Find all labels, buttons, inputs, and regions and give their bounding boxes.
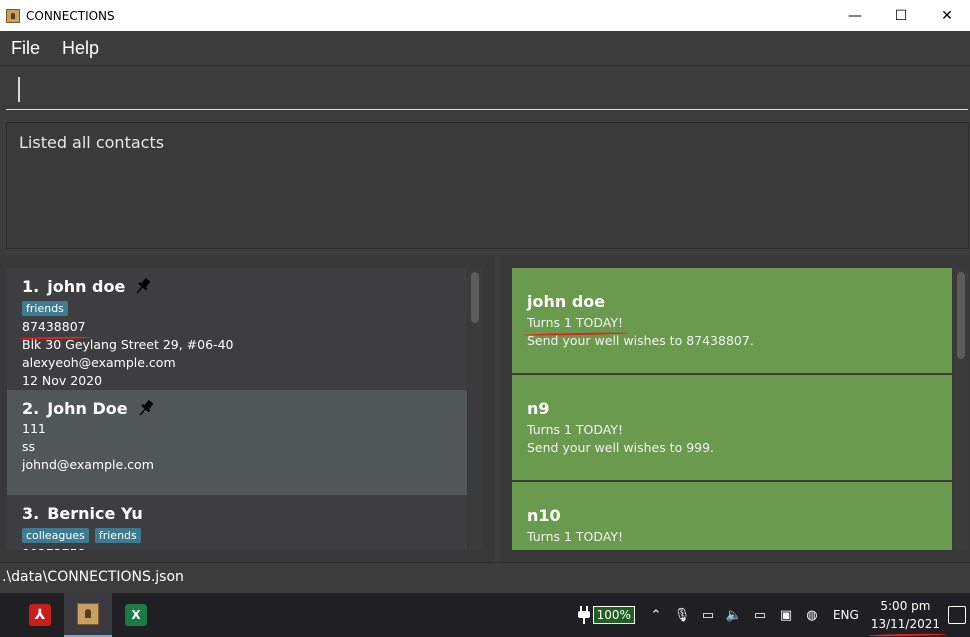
tag-list: colleagues friends xyxy=(22,525,452,545)
chevron-up-icon[interactable]: ⌃ xyxy=(647,606,665,624)
contact-card[interactable]: 3. Bernice Yu colleagues friends 9927275… xyxy=(7,495,467,550)
os-taskbar: ⅄ X 100% ⌃ 🎙 ▭ 🔈 ▭ ▣ ◍ ENG 5:00 pm 13/11… xyxy=(0,593,970,637)
pin-icon xyxy=(137,277,151,294)
contact-email: johnd@example.com xyxy=(22,457,154,472)
status-bar: .\data\CONNECTIONS.json xyxy=(0,562,970,593)
menu-help[interactable]: Help xyxy=(51,38,110,59)
birthday-card[interactable]: n9 Turns 1 TODAY! Send your well wishes … xyxy=(512,375,952,482)
contact-address: ss xyxy=(22,439,36,454)
contact-index: 1. xyxy=(22,276,40,296)
close-button[interactable]: ✕ xyxy=(924,0,970,31)
menu-bar: File Help xyxy=(0,31,970,66)
taskbar-acrobat[interactable]: ⅄ xyxy=(16,593,64,637)
menu-file[interactable]: File xyxy=(0,38,51,59)
birthday-name: n10 xyxy=(527,506,561,525)
result-text: Listed all contacts xyxy=(19,133,165,152)
notification-icon[interactable] xyxy=(948,606,966,624)
contact-list-scroll-thumb[interactable] xyxy=(471,272,479,323)
clock-date: 13/11/2021 xyxy=(870,617,940,631)
contact-address: Blk 30 Geylang Street 29, #06-40 xyxy=(22,337,234,352)
contact-phone: 111 xyxy=(22,421,46,436)
tag-list: friends xyxy=(22,298,452,318)
birthday-name: n9 xyxy=(527,399,550,418)
result-display: Listed all contacts xyxy=(6,122,969,249)
pin-icon xyxy=(139,399,154,416)
contact-phone: 99272758 xyxy=(22,545,452,550)
birthday-turns: Turns 1 TODAY! xyxy=(527,315,624,330)
tag-colleagues: colleagues xyxy=(22,527,89,543)
contact-index: 2. xyxy=(22,398,40,418)
window-controls: — ☐ ✕ xyxy=(832,0,970,31)
taskbar-connections[interactable] xyxy=(64,593,112,637)
app-window: CONNECTIONS — ☐ ✕ File Help Listed all c… xyxy=(0,0,970,637)
network-icon[interactable]: ▭ xyxy=(751,606,769,624)
language-indicator[interactable]: ENG xyxy=(833,608,859,622)
birthday-card[interactable]: n10 Turns 1 TODAY! xyxy=(512,482,952,550)
tag-friends: friends xyxy=(22,300,68,316)
app-icon xyxy=(6,8,20,23)
contact-list[interactable]: 1. john doe friends 87438807 Blk 30 Geyl… xyxy=(7,268,467,550)
contact-name: john doe xyxy=(47,276,126,296)
system-tray: 100% ⌃ 🎙 ▭ 🔈 ▭ ▣ ◍ ENG 5:00 pm 13/11/202… xyxy=(577,593,970,637)
birthday-turns: Turns 1 TODAY! xyxy=(527,422,624,437)
command-area xyxy=(0,66,970,116)
battery-icon[interactable]: ▭ xyxy=(699,606,717,624)
power-plug-icon xyxy=(577,606,590,624)
save-location: .\data\CONNECTIONS.json xyxy=(2,569,184,585)
title-bar: CONNECTIONS — ☐ ✕ xyxy=(0,0,970,31)
excel-icon: X xyxy=(125,604,147,626)
maximize-button[interactable]: ☐ xyxy=(878,0,924,31)
connections-icon xyxy=(77,603,99,625)
birthday-name: john doe xyxy=(527,292,606,311)
contact-name: Bernice Yu xyxy=(47,503,143,523)
command-input[interactable] xyxy=(6,74,968,110)
birthday-wish: Send your well wishes to 999. xyxy=(527,440,715,455)
volume-icon[interactable]: 🔈 xyxy=(725,606,743,624)
minimize-button[interactable]: — xyxy=(832,0,878,31)
contact-card[interactable]: 1. john doe friends 87438807 Blk 30 Geyl… xyxy=(7,268,467,390)
contact-phone: 87438807 xyxy=(22,319,86,334)
contact-name: John Doe xyxy=(47,398,128,418)
birthday-list-scroll-thumb[interactable] xyxy=(957,272,965,359)
tag-friends: friends xyxy=(94,527,141,543)
contact-card-selected[interactable]: 2. John Doe 111 ss johnd@example.com xyxy=(7,390,467,495)
contact-index: 3. xyxy=(22,503,40,523)
birthday-reminder-list[interactable]: john doe Turns 1 TODAY! Send your well w… xyxy=(512,268,952,550)
battery-indicator[interactable]: 100% xyxy=(592,606,635,624)
clock[interactable]: 5:00 pm 13/11/2021 xyxy=(871,597,940,633)
birthday-card[interactable]: john doe Turns 1 TODAY! Send your well w… xyxy=(512,268,952,375)
window-title: CONNECTIONS xyxy=(26,8,115,23)
birthday-turns: Turns 1 TODAY! xyxy=(527,529,624,544)
taskbar-excel[interactable]: X xyxy=(112,593,160,637)
security-icon[interactable]: ◍ xyxy=(803,606,821,624)
acrobat-icon: ⅄ xyxy=(29,604,51,626)
microphone-icon[interactable]: 🎙 xyxy=(673,606,691,624)
contact-email: alexyeoh@example.com xyxy=(22,355,176,370)
birthday-reminder-panel: john doe Turns 1 TODAY! Send your well w… xyxy=(500,256,970,562)
clock-time: 5:00 pm xyxy=(880,599,931,613)
text-caret xyxy=(18,77,20,102)
contact-list-panel: 1. john doe friends 87438807 Blk 30 Geyl… xyxy=(0,256,494,562)
display-icon[interactable]: ▣ xyxy=(777,606,795,624)
contact-birthday: 12 Nov 2020 xyxy=(22,373,103,388)
